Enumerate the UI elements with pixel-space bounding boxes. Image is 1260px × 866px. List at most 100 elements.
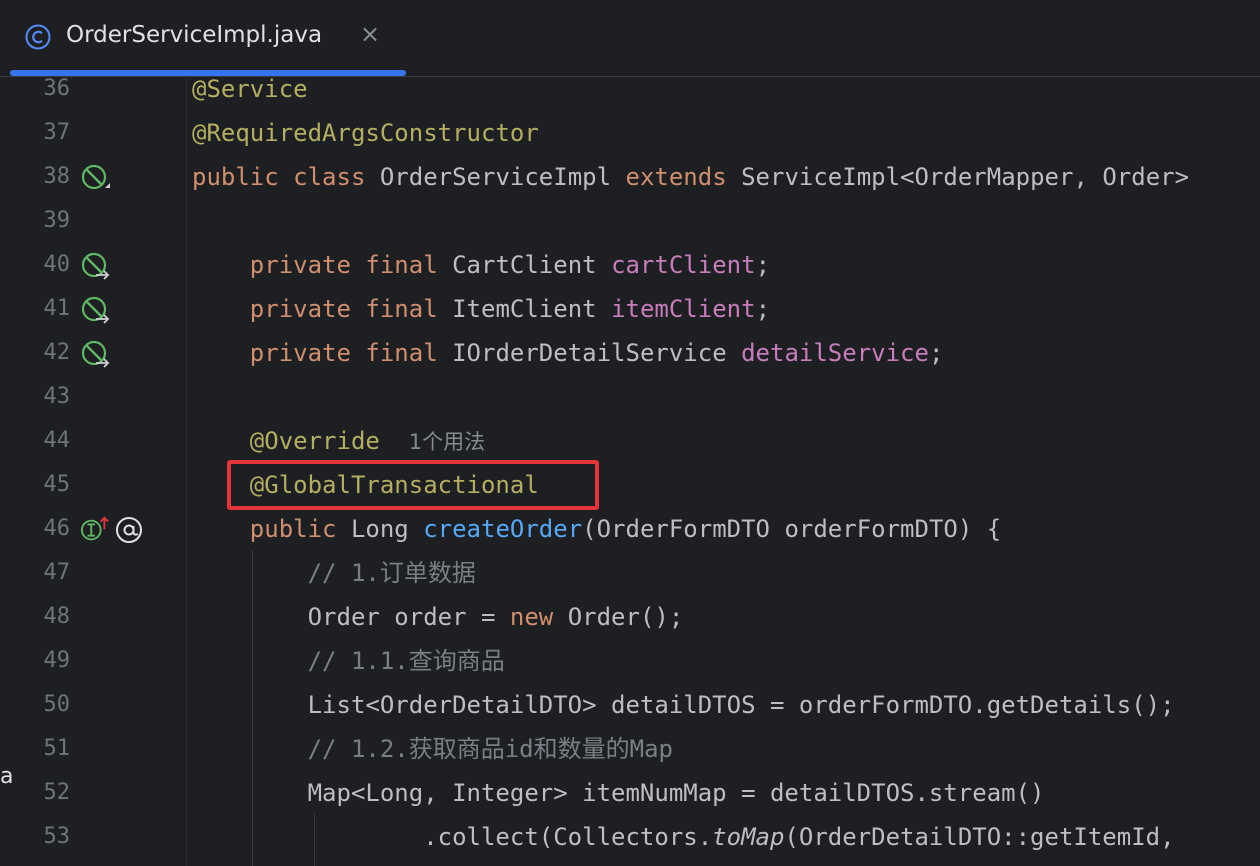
superclass: ServiceImpl<OrderMapper, Order>	[741, 163, 1190, 191]
code-line: 51 // 1.2.获取商品id和数量的Map	[0, 727, 1260, 771]
code-text: public class OrderServiceImpl extends Se…	[192, 155, 1189, 199]
class-name: OrderServiceImpl	[379, 163, 612, 191]
code-line: 50 List<OrderDetailDTO> detailDTOS = ord…	[0, 683, 1260, 727]
code-text: @Override 1个用法	[192, 419, 485, 464]
code-line: 45 @GlobalTransactional	[0, 463, 1260, 507]
code-line: 49 // 1.1.查询商品	[0, 639, 1260, 683]
spring-bean-icon[interactable]	[80, 163, 110, 193]
code-text: @RequiredArgsConstructor	[192, 111, 539, 155]
line-number: 51	[43, 736, 71, 761]
code-text: .collect(Collectors.toMap(OrderDetailDTO…	[192, 815, 1175, 859]
method-name: createOrder	[423, 515, 583, 543]
code-line: 42 private final IOrderDetailService det…	[0, 331, 1260, 375]
type-name: Long	[350, 515, 409, 543]
line-number: 50	[43, 692, 71, 717]
code-text: private final ItemClient itemClient;	[192, 287, 770, 331]
comment: // 1.2.获取商品id和数量的Map	[307, 735, 673, 763]
field-name: cartClient	[611, 251, 756, 279]
code-text: private final IOrderDetailService detail…	[192, 331, 944, 375]
at-symbol-icon[interactable]	[114, 515, 144, 545]
statement: List<OrderDetailDTO> detailDTOS = orderF…	[307, 691, 1175, 719]
line-number: 43	[43, 384, 71, 409]
line-number: 52	[43, 780, 71, 805]
code-line: 52 Map<Long, Integer> itemNumMap = detai…	[0, 771, 1260, 815]
code-text: // 1.2.获取商品id和数量的Map	[192, 727, 673, 771]
semicolon: ;	[755, 251, 771, 279]
annotation: @Service	[192, 75, 308, 103]
line-number: 45	[43, 472, 71, 497]
line-number: 37	[43, 120, 71, 145]
field-name: itemClient	[611, 295, 756, 323]
code-line: 44 @Override 1个用法	[0, 419, 1260, 463]
code-text: public Long createOrder(OrderFormDTO ord…	[192, 507, 1001, 551]
implements-up-icon[interactable]	[80, 515, 110, 545]
keyword: final	[365, 339, 438, 367]
line-number: 40	[43, 252, 71, 277]
usages-inlay-hint[interactable]: 1个用法	[409, 430, 485, 454]
line-number: 44	[43, 428, 71, 453]
close-tab-icon[interactable]: ×	[360, 20, 380, 48]
code-text: private final CartClient cartClient;	[192, 243, 770, 287]
code-line: 37 @RequiredArgsConstructor	[0, 111, 1260, 155]
code-text: @Service	[192, 67, 308, 111]
field-name: detailService	[741, 339, 929, 367]
keyword: private	[249, 339, 351, 367]
code-line: 48 Order order = new Order();	[0, 595, 1260, 639]
statement: Map<Long, Integer> itemNumMap = detailDT…	[307, 779, 1045, 807]
code-text: Order order = new Order();	[192, 595, 684, 639]
spring-bean-navigate-icon[interactable]	[80, 339, 110, 369]
keyword: extends	[625, 163, 727, 191]
code-line: 38 public class OrderServiceImpl extends…	[0, 155, 1260, 199]
code-line: 46 public Long createOrder(OrderFormDTO …	[0, 507, 1260, 551]
code-text: // 1.1.查询商品	[192, 639, 505, 683]
statement: (OrderDetailDTO::getItemId,	[784, 823, 1175, 851]
comment: // 1.订单数据	[307, 559, 476, 587]
annotation: @RequiredArgsConstructor	[192, 119, 539, 147]
method-params: (OrderFormDTO orderFormDTO) {	[582, 515, 1002, 543]
line-number: 42	[43, 340, 71, 365]
spring-bean-navigate-icon[interactable]	[80, 295, 110, 325]
editor-tab-bar: OrderServiceImpl.java ×	[0, 0, 1260, 77]
code-text: List<OrderDetailDTO> detailDTOS = orderF…	[192, 683, 1175, 727]
line-number: 49	[43, 648, 71, 673]
keyword: public	[249, 515, 337, 543]
line-number: 53	[43, 824, 71, 849]
keyword: class	[293, 163, 366, 191]
highlight-box	[227, 460, 599, 510]
code-line: 36 @Service	[0, 67, 1260, 111]
code-text: Map<Long, Integer> itemNumMap = detailDT…	[192, 771, 1045, 815]
keyword: private	[249, 295, 351, 323]
code-text: // 1.订单数据	[192, 551, 476, 595]
keyword: private	[249, 251, 351, 279]
keyword: final	[365, 251, 438, 279]
line-number: 48	[43, 604, 71, 629]
keyword: final	[365, 295, 438, 323]
line-number: 46	[43, 516, 71, 541]
keyword: new	[509, 603, 554, 631]
code-line: 53 .collect(Collectors.toMap(OrderDetail…	[0, 815, 1260, 859]
code-line: 39	[0, 199, 1260, 243]
spring-bean-navigate-icon[interactable]	[80, 251, 110, 281]
line-number: 41	[43, 296, 71, 321]
static-method-call: toMap	[712, 823, 785, 851]
java-class-icon	[25, 24, 51, 50]
code-line: 47 // 1.订单数据	[0, 551, 1260, 595]
type-name: CartClient	[452, 251, 597, 279]
semicolon: ;	[928, 339, 944, 367]
line-number: 36	[43, 76, 71, 101]
statement: Order order =	[307, 603, 510, 631]
type-name: IOrderDetailService	[452, 339, 727, 367]
keyword: public	[192, 163, 279, 191]
code-line: 43	[0, 375, 1260, 419]
line-number: 39	[43, 208, 71, 233]
code-line: 41 private final ItemClient itemClient;	[0, 287, 1260, 331]
statement: Order();	[553, 603, 684, 631]
code-line: 40 private final CartClient cartClient;	[0, 243, 1260, 287]
annotation: @Override	[249, 427, 380, 455]
type-name: ItemClient	[452, 295, 597, 323]
line-number: 47	[43, 560, 71, 585]
comment: // 1.1.查询商品	[307, 647, 505, 675]
semicolon: ;	[755, 295, 771, 323]
tab-title: OrderServiceImpl.java	[66, 22, 323, 48]
statement: .collect(Collectors.	[423, 823, 713, 851]
